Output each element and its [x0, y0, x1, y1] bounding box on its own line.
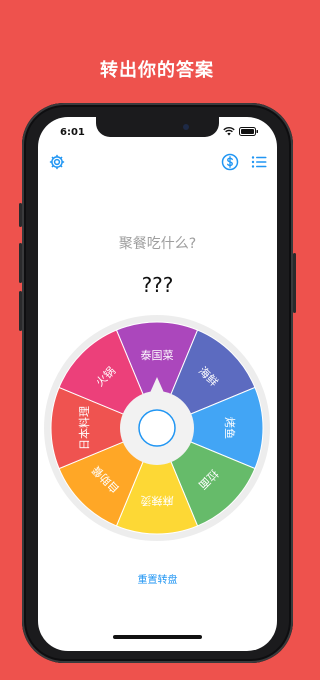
answer-text: ??? — [141, 273, 174, 297]
spin-wheel[interactable]: 泰国菜 海鲜 烤鱼 拉面 麻辣烫 自助餐 日本料理 火锅 — [44, 315, 270, 541]
battery-icon — [239, 127, 258, 136]
notch — [96, 117, 219, 137]
promo-headline: 转出你的答案 — [100, 60, 214, 81]
app-screen: 6:01 聚餐吃什么? ??? 泰国菜 海鲜 烤鱼 拉面 麻辣烫 自助餐 日本料… — [38, 117, 277, 651]
phone-power-button — [293, 253, 296, 313]
front-camera — [183, 124, 189, 130]
home-indicator — [113, 635, 202, 639]
phone-side-button — [19, 203, 22, 227]
phone-frame: 6:01 聚餐吃什么? ??? 泰国菜 海鲜 烤鱼 拉面 麻辣烫 自助餐 日本料… — [19, 103, 296, 663]
wheel-segment-label: 烤鱼 — [223, 417, 237, 439]
wifi-icon — [223, 127, 235, 136]
question-text: 聚餐吃什么? — [118, 236, 197, 252]
wheel-segment-label: 麻辣烫 — [141, 494, 174, 508]
spin-button[interactable] — [138, 409, 176, 447]
dollar-circle-icon[interactable] — [221, 153, 239, 171]
reset-wheel-button[interactable]: 重置转盘 — [38, 571, 277, 586]
wheel-svg[interactable]: 泰国菜海鲜烤鱼拉面麻辣烫自助餐日本料理火锅 — [44, 315, 270, 541]
status-time: 6:01 — [60, 127, 85, 138]
phone-volume-down — [19, 291, 22, 331]
wheel-segment-label: 日本料理 — [77, 406, 91, 450]
status-icons — [223, 127, 259, 136]
gear-icon[interactable] — [48, 153, 66, 171]
list-icon[interactable] — [250, 153, 268, 171]
wheel-segment-label: 泰国菜 — [141, 348, 174, 362]
phone-volume-up — [19, 243, 22, 283]
